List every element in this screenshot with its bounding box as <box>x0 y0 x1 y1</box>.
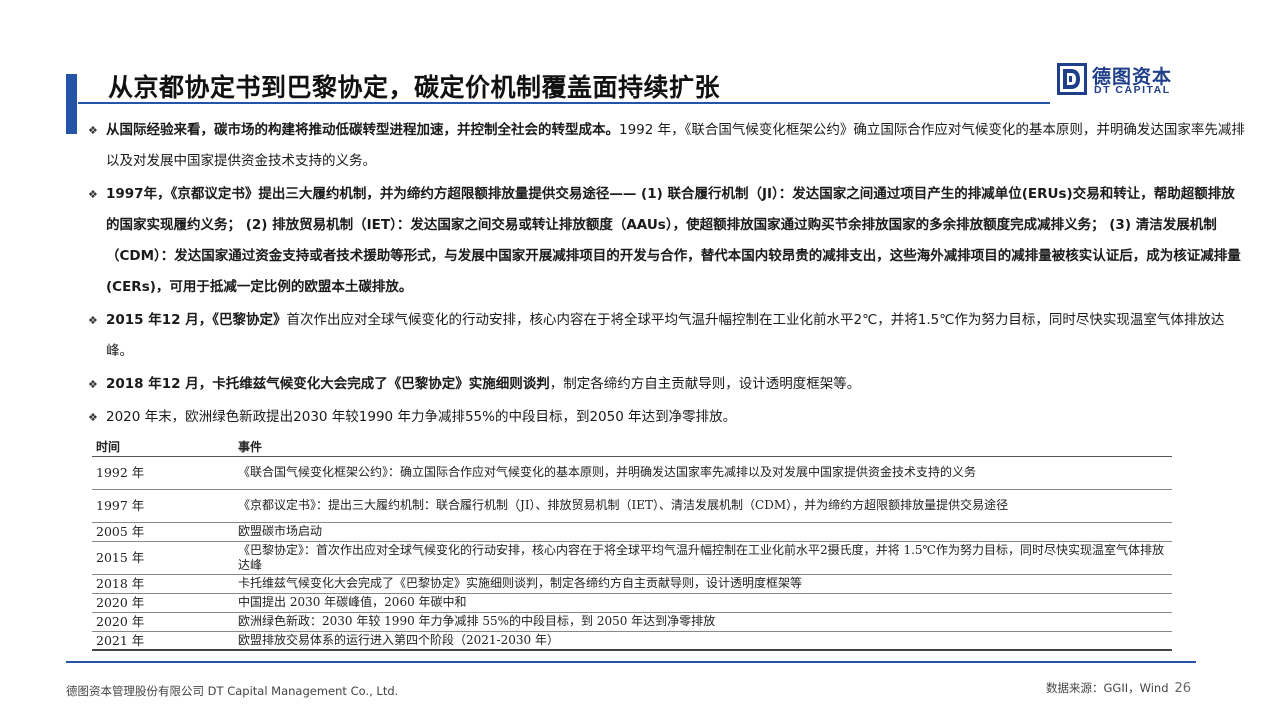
table-row: 2021 年 欧盟排放交易体系的运行进入第四个阶段（2021-2030 年） <box>92 631 1172 651</box>
bullet-item: ❖ 2015 年12 月，《巴黎协定》首次作出应对全球气候变化的行动安排，核心内… <box>88 305 1248 367</box>
bullet-bold-text: 2015 年12 月，《巴黎协定》 <box>106 312 287 328</box>
row-event: 中国提出 2030 年碳峰值，2060 年碳中和 <box>234 593 1172 613</box>
header-event: 事件 <box>234 438 1172 457</box>
row-year: 1992 年 <box>92 456 234 490</box>
row-event: 欧盟排放交易体系的运行进入第四个阶段（2021-2030 年） <box>234 631 1172 651</box>
row-event: 《京都议定书》：提出三大履约机制：联合履行机制（JI）、排放贸易机制（IET）、… <box>234 489 1172 523</box>
diamond-bullet-icon: ❖ <box>88 124 98 137</box>
row-year: 2018 年 <box>92 574 234 594</box>
row-event: 欧盟碳市场启动 <box>234 522 1172 542</box>
bullet-bold-text: 从国际经验来看，碳市场的构建将推动低碳转型进程加速，并控制全社会的转型成本。 <box>106 122 619 138</box>
timeline-table: 时间 事件 1992 年 《联合国气候变化框架公约》：确立国际合作应对气候变化的… <box>92 438 1172 651</box>
row-event: 卡托维兹气候变化大会完成了《巴黎协定》实施细则谈判，制定各缔约方自主贡献导则，设… <box>234 574 1172 594</box>
diamond-bullet-icon: ❖ <box>88 188 98 201</box>
row-year: 1997 年 <box>92 489 234 523</box>
table-row: 2020 年 中国提出 2030 年碳峰值，2060 年碳中和 <box>92 593 1172 613</box>
row-event: 《联合国气候变化框架公约》：确立国际合作应对气候变化的基本原则，并明确发达国家率… <box>234 456 1172 490</box>
bullet-text: 2020 年末，欧洲绿色新政提出2030 年较1990 年力争减排55%的中段目… <box>106 409 737 425</box>
diamond-bullet-icon: ❖ <box>88 314 98 327</box>
page-title: 从京都协定书到巴黎协定，碳定价机制覆盖面持续扩张 <box>108 73 721 102</box>
footer-divider <box>66 661 1196 663</box>
footer-company: 德图资本管理股份有限公司 DT Capital Management Co., … <box>66 684 399 698</box>
dt-logo-mark-icon <box>1057 63 1087 95</box>
row-year: 2005 年 <box>92 522 234 542</box>
table-header-row: 时间 事件 <box>92 438 1172 457</box>
diamond-bullet-icon: ❖ <box>88 378 98 391</box>
row-event: 欧洲绿色新政：2030 年较 1990 年力争减排 55%的中段目标，到 205… <box>234 612 1172 632</box>
bullet-item: ❖ 2020 年末，欧洲绿色新政提出2030 年较1990 年力争减排55%的中… <box>88 402 1248 433</box>
table-row: 2015 年 《巴黎协定》：首次作出应对全球气候变化的行动安排，核心内容在于将全… <box>92 541 1172 575</box>
header-time: 时间 <box>92 438 234 457</box>
bullet-bold-text: 2018 年12 月，卡托维兹气候变化大会完成了《巴黎协定》实施细则谈判 <box>106 376 550 392</box>
company-logo: 德图资本 DT CAPITAL <box>1056 62 1226 98</box>
bullet-bold-text: 1997年，《京都议定书》提出三大履约机制，并为缔约方超限额排放量提供交易途径—… <box>106 186 1241 295</box>
row-year: 2020 年 <box>92 612 234 632</box>
bullet-text: ，制定各缔约方自主贡献导则，设计透明度框架等。 <box>549 376 861 392</box>
table-row: 2018 年 卡托维兹气候变化大会完成了《巴黎协定》实施细则谈判，制定各缔约方自… <box>92 574 1172 594</box>
table-row: 1992 年 《联合国气候变化框架公约》：确立国际合作应对气候变化的基本原则，并… <box>92 456 1172 490</box>
bullet-list: ❖ 从国际经验来看，碳市场的构建将推动低碳转型进程加速，并控制全社会的转型成本。… <box>88 115 1248 433</box>
logo-text-en: DT CAPITAL <box>1094 84 1171 96</box>
table-row: 1997 年 《京都议定书》：提出三大履约机制：联合履行机制（JI）、排放贸易机… <box>92 489 1172 523</box>
bullet-item: ❖ 2018 年12 月，卡托维兹气候变化大会完成了《巴黎协定》实施细则谈判，制… <box>88 369 1248 400</box>
table-row: 2005 年 欧盟碳市场启动 <box>92 522 1172 542</box>
title-underline <box>78 102 1050 104</box>
row-year: 2020 年 <box>92 593 234 613</box>
page-number: 26 <box>1174 681 1192 696</box>
title-accent-bar <box>66 74 77 134</box>
row-event: 《巴黎协定》：首次作出应对全球气候变化的行动安排，核心内容在于将全球平均气温升幅… <box>234 541 1172 575</box>
bullet-item: ❖ 1997年，《京都议定书》提出三大履约机制，并为缔约方超限额排放量提供交易途… <box>88 179 1248 303</box>
row-year: 2015 年 <box>92 541 234 575</box>
footer-source: 数据来源：GGII，Wind 26 <box>1046 680 1191 696</box>
diamond-bullet-icon: ❖ <box>88 411 98 424</box>
bullet-item: ❖ 从国际经验来看，碳市场的构建将推动低碳转型进程加速，并控制全社会的转型成本。… <box>88 115 1248 177</box>
table-row: 2020 年 欧洲绿色新政：2030 年较 1990 年力争减排 55%的中段目… <box>92 612 1172 632</box>
row-year: 2021 年 <box>92 631 234 651</box>
data-source: 数据来源：GGII，Wind <box>1046 681 1169 695</box>
